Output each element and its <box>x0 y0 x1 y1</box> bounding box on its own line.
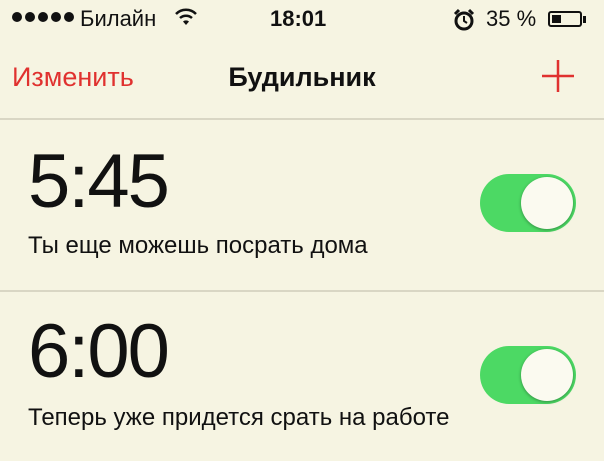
toggle-knob <box>521 349 573 401</box>
battery-icon <box>548 11 582 27</box>
alarm-row[interactable]: 5:45 Ты еще можешь посрать дома <box>0 120 604 290</box>
alarm-label: Теперь уже придется срать на работе <box>28 404 450 431</box>
battery-percentage: 35 % <box>486 6 537 31</box>
alarm-row[interactable]: 6:00 Теперь уже придется срать на работе <box>0 292 604 461</box>
carrier-name: Билайн <box>80 6 157 31</box>
alarm-time: 5:45 <box>28 139 170 224</box>
alarm-toggle-switch[interactable] <box>480 174 576 232</box>
plus-icon[interactable] <box>540 58 576 94</box>
status-time: 18:01 <box>270 6 327 31</box>
navigation-bar: Изменить Будильник <box>0 40 604 120</box>
alarm-clock-icon <box>453 8 475 31</box>
battery-level-fill <box>552 15 561 23</box>
toggle-knob <box>521 177 573 229</box>
alarm-label: Ты еще можешь посрать дома <box>28 232 368 259</box>
alarm-toggle-switch[interactable] <box>480 346 576 404</box>
signal-strength-icon <box>12 12 74 22</box>
battery-cap <box>583 16 586 23</box>
wifi-icon <box>175 8 197 25</box>
page-title: Будильник <box>228 62 376 92</box>
status-bar: Билайн 18:01 35 % <box>0 0 604 40</box>
alarm-time: 6:00 <box>28 309 170 394</box>
